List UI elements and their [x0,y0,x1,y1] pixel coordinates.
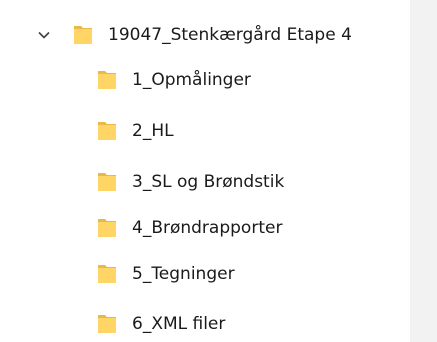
folder-icon [96,217,118,239]
tree-item-label: 6_XML filer [132,314,226,334]
tree-item-label: 19047_Stenkærgård Etape 4 [108,25,352,45]
chevron-down-icon[interactable] [36,27,52,43]
folder-icon [96,171,118,193]
tree-item-folder[interactable]: 4_Brøndrapporter [96,213,282,243]
folder-icon [96,313,118,335]
tree-item-label: 3_SL og Brøndstik [132,172,285,192]
tree-item-label: 4_Brøndrapporter [132,218,283,238]
folder-icon [96,120,118,142]
folder-icon [72,24,94,46]
tree-item-folder[interactable]: 1_Opmålinger [96,65,251,95]
tree-item-root-folder[interactable]: 19047_Stenkærgård Etape 4 [36,20,352,50]
folder-icon [96,263,118,285]
tree-item-label: 5_Tegninger [132,264,235,284]
tree-item-folder[interactable]: 6_XML filer [96,309,225,339]
folder-icon [96,69,118,91]
tree-item-label: 1_Opmålinger [132,70,251,90]
navigation-pane: 19047_Stenkærgård Etape 4 1_Opmålinger 2… [0,0,410,342]
tree-item-folder[interactable]: 3_SL og Brøndstik [96,167,284,197]
tree-item-label: 2_HL [132,121,174,141]
tree-item-folder[interactable]: 5_Tegninger [96,259,235,289]
scrollbar-gutter[interactable] [410,0,437,342]
tree-item-folder[interactable]: 2_HL [96,116,174,146]
